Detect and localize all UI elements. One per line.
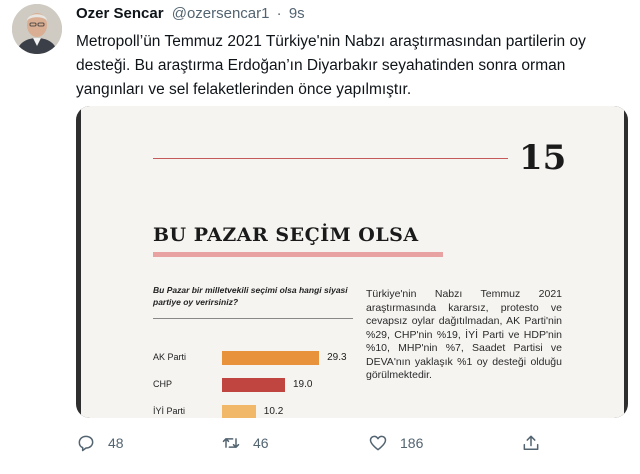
avatar-image (12, 4, 62, 54)
bar-value-label: 19.0 (292, 379, 313, 390)
avatar[interactable] (12, 4, 62, 54)
tweet-header: Ozer Sencar @ozersencar1 · 9s (76, 5, 305, 22)
retweet-count: 46 (253, 435, 269, 451)
survey-question: Bu Pazar bir milletvekili seçimi olsa ha… (153, 285, 348, 307)
tweet-timestamp[interactable]: 9s (289, 5, 305, 22)
tweet-text: Metropoll’ün Temmuz 2021 Türkiye'nin Nab… (76, 33, 586, 98)
bar-value-label: 10.2 (263, 406, 284, 417)
like-count: 186 (400, 435, 424, 451)
bar (222, 351, 320, 365)
question-rule (153, 318, 353, 319)
tweet-image[interactable]: 15 BU PAZAR SEÇİM OLSA Bu Pazar bir mill… (76, 106, 628, 418)
page-rule (153, 158, 508, 159)
page-number: 15 (519, 138, 567, 178)
bar (222, 378, 285, 392)
tweet-actions: 48 46 186 (76, 428, 616, 458)
header-separator: · (276, 5, 282, 22)
bar-label: İYİ Parti (153, 406, 186, 416)
bar (222, 405, 256, 418)
summary-text: Türkiye'nin Nabzı Temmuz 2021 araştırmas… (366, 288, 562, 381)
reply-count: 48 (108, 435, 124, 451)
retweet-button[interactable]: 46 (221, 428, 269, 458)
tweet[interactable]: Ozer Sencar @ozersencar1 · 9s Metropoll’… (0, 0, 640, 474)
bar-value-label: 29.3 (327, 352, 347, 363)
like-icon (369, 435, 387, 451)
bar-label: AK Parti (153, 352, 187, 362)
bar-label: CHP (153, 379, 173, 389)
reply-button[interactable]: 48 (76, 428, 124, 458)
reply-icon (78, 435, 94, 452)
heading-underline (153, 252, 443, 257)
retweet-icon (222, 438, 240, 448)
like-button[interactable]: 186 (368, 428, 423, 458)
author-handle[interactable]: @ozersencar1 (172, 5, 270, 22)
page-heading: BU PAZAR SEÇİM OLSA (153, 224, 419, 246)
share-icon (523, 435, 539, 450)
report-page: 15 BU PAZAR SEÇİM OLSA Bu Pazar bir mill… (81, 106, 624, 418)
author-name[interactable]: Ozer Sencar (76, 5, 164, 22)
share-button[interactable] (521, 428, 541, 458)
